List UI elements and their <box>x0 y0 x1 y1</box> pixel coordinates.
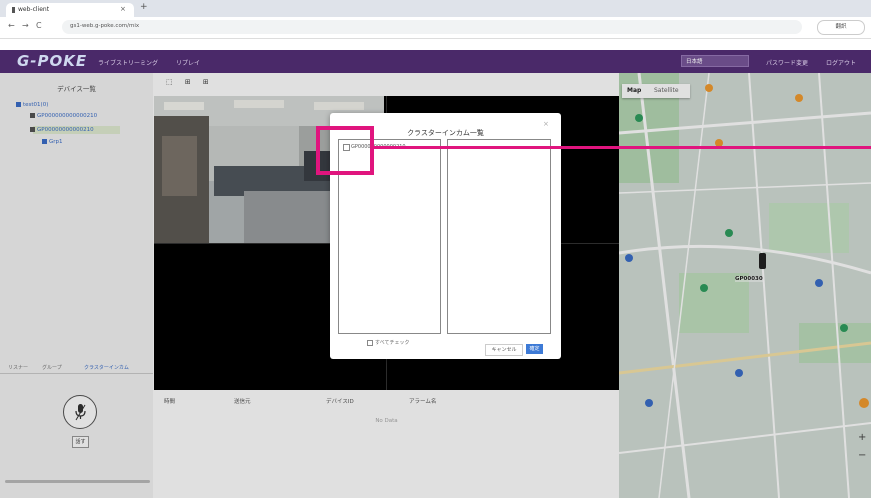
logout-link[interactable]: ログアウト <box>826 58 856 67</box>
translate-button[interactable]: 翻訳 <box>817 20 865 35</box>
tab-favicon-icon <box>12 7 15 13</box>
tab-close-icon[interactable]: × <box>120 5 126 13</box>
password-change-link[interactable]: パスワード変更 <box>766 58 808 67</box>
translate-label: 翻訳 <box>835 24 847 30</box>
confirm-button[interactable]: 確定 <box>526 344 543 354</box>
url-text: gs1-web.g-poke.com/mix <box>70 23 140 29</box>
close-icon[interactable]: × <box>543 120 549 128</box>
cancel-button[interactable]: キャンセル <box>485 344 523 356</box>
nav-live-streaming[interactable]: ライブストリーミング <box>98 58 158 67</box>
app-header: G-POKE ライブストリーミング リプレイ 日本語 パスワード変更 ログアウト <box>0 50 871 73</box>
reload-icon[interactable]: C <box>36 21 42 30</box>
highlight-callout-box <box>316 126 374 175</box>
url-field[interactable]: gs1-web.g-poke.com/mix <box>62 20 802 34</box>
app-logo: G-POKE <box>17 52 88 70</box>
address-bar: ← → C gs1-web.g-poke.com/mix 翻訳 <box>0 17 871 39</box>
selected-list <box>447 139 551 334</box>
forward-icon[interactable]: → <box>22 21 29 30</box>
check-all-option[interactable]: すべてチェック <box>367 339 409 346</box>
nav-replay[interactable]: リプレイ <box>176 58 200 67</box>
language-select[interactable]: 日本語 <box>681 55 749 67</box>
tab-title: web-client <box>18 6 50 13</box>
highlight-callout-line <box>374 146 871 149</box>
new-tab-icon[interactable]: + <box>140 3 148 12</box>
browser-tab-bar: web-client × + <box>0 0 871 17</box>
back-icon[interactable]: ← <box>8 21 15 30</box>
check-all-checkbox[interactable] <box>367 339 373 346</box>
check-all-label: すべてチェック <box>375 340 410 346</box>
browser-tab[interactable]: web-client × <box>6 3 134 17</box>
